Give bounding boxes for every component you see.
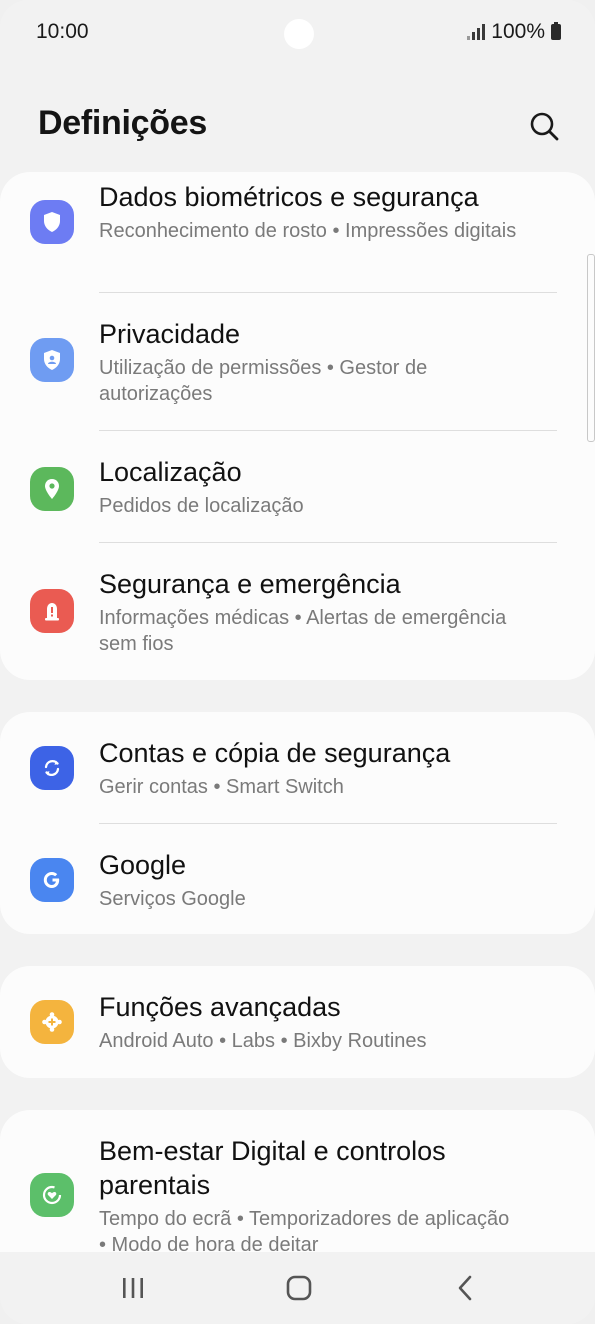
wellbeing-heart-icon [30,1173,74,1217]
recent-apps-icon [123,1278,143,1298]
navigation-bar [0,1252,595,1324]
search-icon [530,112,559,141]
item-subtitle: Android Auto • Labs • Bixby Routines [99,1030,427,1052]
item-title: Privacidade [99,319,241,349]
settings-card-accounts: Contas e cópia de segurança Gerir contas… [0,712,595,934]
phone-screen: 10:00 100% Definições Dados biométricos … [0,0,595,1324]
home-button[interactable] [279,1270,319,1306]
location-pin-icon [30,467,74,511]
list-item-google[interactable]: Google Serviços Google [0,824,595,934]
item-subtitle: Informações médicas • Alertas de emergên… [99,607,507,655]
front-camera-cutout [284,19,314,49]
list-item-location[interactable]: Localização Pedidos de localização [0,431,595,542]
list-item-privacy[interactable]: Privacidade Utilização de permissões • G… [0,293,595,430]
privacy-shield-icon [30,338,74,382]
list-item-accounts-backup[interactable]: Contas e cópia de segurança Gerir contas… [0,712,595,823]
item-subtitle: Reconhecimento de rosto • Impressões dig… [99,220,517,242]
settings-card-security: Dados biométricos e segurança Reconhecim… [0,172,595,680]
advanced-gear-plus-icon [30,1000,74,1044]
item-title: Dados biométricos e segurança [99,182,479,212]
status-time: 10:00 [36,20,89,43]
battery-percent: 100% [491,20,545,43]
item-title: Google [99,850,187,880]
google-g-icon [30,858,74,902]
item-subtitle: Utilização de permissões • Gestor de aut… [99,357,428,405]
home-icon [286,1275,312,1301]
app-header: Definições [0,86,595,166]
settings-card-wellbeing: Bem-estar Digital e controlos parentais … [0,1110,595,1252]
recent-apps-button[interactable] [113,1270,153,1306]
sync-icon [30,746,74,790]
search-button[interactable] [524,106,566,148]
item-title: Localização [99,457,242,487]
list-item-advanced-features[interactable]: Funções avançadas Android Auto • Labs • … [0,966,595,1078]
scrollbar[interactable] [587,254,595,442]
item-title: Bem-estar Digital e controlos parentais [99,1136,446,1200]
list-item-biometrics[interactable]: Dados biométricos e segurança Reconhecim… [0,172,595,292]
status-bar: 10:00 100% [0,0,595,66]
item-subtitle: Gerir contas • Smart Switch [99,776,344,798]
item-title: Segurança e emergência [99,569,401,599]
list-item-digital-wellbeing[interactable]: Bem-estar Digital e controlos parentais … [0,1110,595,1252]
item-subtitle: Pedidos de localização [99,495,304,517]
status-right-group: 100% [467,20,561,44]
item-subtitle: Serviços Google [99,888,246,910]
item-title: Funções avançadas [99,992,341,1022]
settings-list[interactable]: Dados biométricos e segurança Reconhecim… [0,172,595,1252]
emergency-alert-icon [30,589,74,633]
back-chevron-icon [458,1275,472,1301]
battery-icon [551,22,561,40]
signal-icon [467,24,486,40]
item-subtitle: Tempo do ecrã • Temporizadores de aplica… [99,1208,510,1252]
page-title: Definições [38,104,207,142]
back-button[interactable] [446,1270,486,1306]
shield-icon [30,200,74,244]
item-title: Contas e cópia de segurança [99,738,451,768]
list-item-emergency[interactable]: Segurança e emergência Informações médic… [0,543,595,680]
settings-card-advanced: Funções avançadas Android Auto • Labs • … [0,966,595,1078]
